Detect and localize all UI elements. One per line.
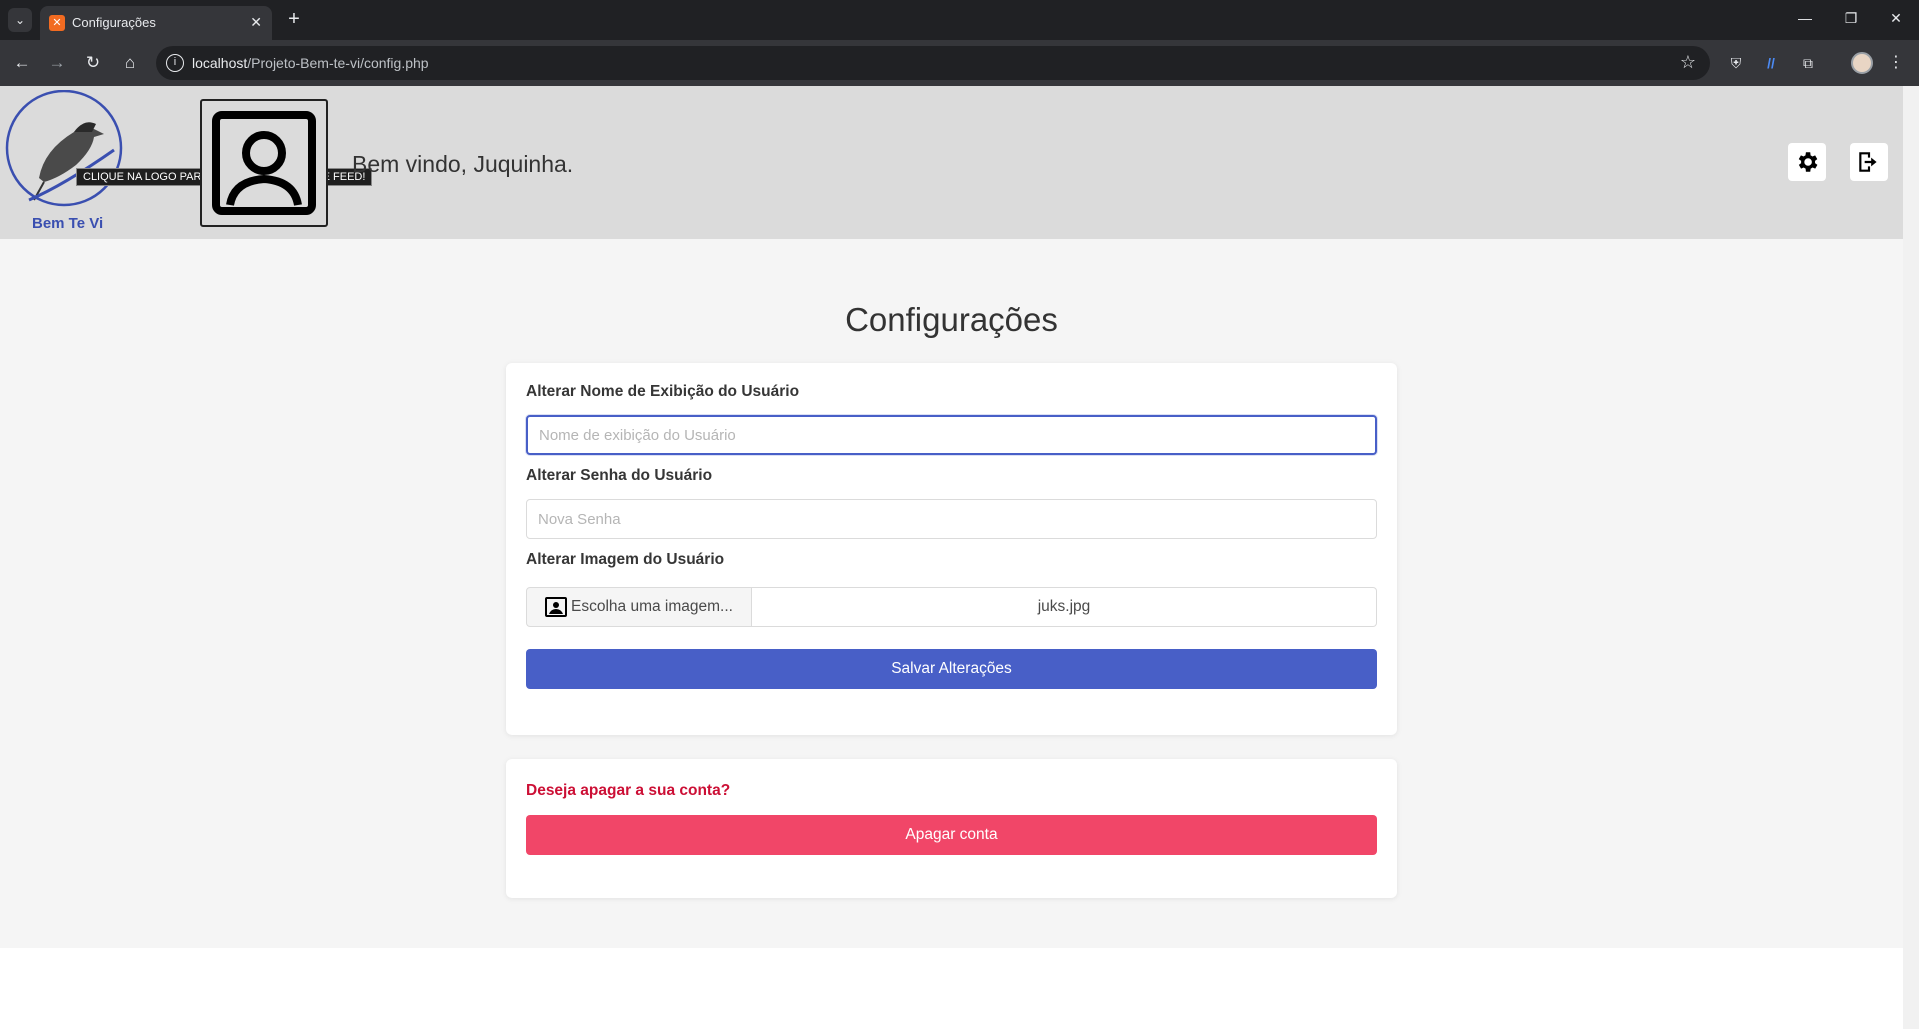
gear-icon [1798, 152, 1818, 172]
bookmark-star-icon[interactable]: ☆ [1680, 52, 1696, 73]
shield-extension-icon[interactable]: ⛨ [1725, 52, 1747, 74]
page-scrollbar[interactable] [1903, 86, 1919, 1029]
settings-card: Alterar Nome de Exibição do Usuário Alte… [506, 363, 1397, 735]
image-icon [545, 597, 567, 617]
selected-file-name: juks.jpg [752, 587, 1377, 627]
delete-account-question: Deseja apagar a sua conta? [526, 782, 731, 799]
password-input[interactable] [526, 499, 1377, 539]
xampp-favicon-icon: ✕ [49, 15, 65, 31]
choose-image-label: Escolha uma imagem... [571, 598, 733, 615]
delete-account-card: Deseja apagar a sua conta? Apagar conta [506, 759, 1397, 898]
tab-close-icon[interactable]: ✕ [250, 14, 262, 31]
welcome-message: Bem vindo, Juquinha. [352, 151, 574, 177]
logout-button[interactable] [1850, 143, 1888, 181]
password-label: Alterar Senha do Usuário [526, 467, 713, 484]
extension-icon[interactable]: // [1760, 52, 1782, 74]
site-logo[interactable]: Bem Te Vi [4, 89, 124, 235]
save-changes-button[interactable]: Salvar Alterações [526, 649, 1377, 689]
extensions-puzzle-icon[interactable]: ⧉ [1797, 52, 1819, 74]
logout-icon [1859, 152, 1877, 172]
tab-search-button[interactable]: ⌄ [8, 8, 32, 32]
new-tab-button[interactable]: + [282, 8, 306, 32]
browser-toolbar: ← → ↻ ⌂ i localhost/Projeto-Bem-te-vi/co… [0, 40, 1919, 86]
display-name-input[interactable] [526, 415, 1377, 455]
choose-image-button[interactable]: Escolha uma imagem... [526, 587, 752, 627]
menu-icon[interactable]: ⋮ [1885, 52, 1907, 74]
address-bar[interactable]: i localhost/Projeto-Bem-te-vi/config.php… [156, 46, 1710, 80]
url-text: localhost/Projeto-Bem-te-vi/config.php [192, 55, 429, 71]
page-title: Configurações [845, 301, 1058, 338]
profile-avatar-icon[interactable] [1851, 52, 1873, 74]
delete-account-button[interactable]: Apagar conta [526, 815, 1377, 855]
forward-icon[interactable]: → [46, 52, 68, 74]
tab-title: Configurações [72, 15, 156, 30]
site-info-icon[interactable]: i [166, 54, 184, 72]
minimize-icon[interactable]: — [1795, 10, 1815, 26]
site-header: Bem Te Vi CLIQUE NA LOGO PARA RETORNAR A… [0, 86, 1903, 239]
main-content: Configurações Alterar Nome de Exibição d… [0, 239, 1903, 948]
user-avatar [200, 99, 328, 227]
image-label: Alterar Imagem do Usuário [526, 551, 725, 568]
logo-text: Bem Te Vi [32, 215, 104, 232]
reload-icon[interactable]: ↻ [82, 52, 104, 74]
back-icon[interactable]: ← [11, 52, 33, 74]
close-window-icon[interactable]: ✕ [1886, 10, 1906, 27]
browser-tab[interactable]: ✕ Configurações ✕ [40, 6, 272, 40]
home-icon[interactable]: ⌂ [119, 52, 141, 74]
display-name-label: Alterar Nome de Exibição do Usuário [526, 383, 800, 400]
settings-button[interactable] [1788, 143, 1826, 181]
bird-logo-icon [5, 89, 123, 207]
restore-icon[interactable]: ❐ [1841, 10, 1861, 27]
browser-tab-bar: ⌄ ✕ Configurações ✕ + — ❐ ✕ [0, 0, 1919, 40]
user-placeholder-icon [212, 111, 316, 215]
